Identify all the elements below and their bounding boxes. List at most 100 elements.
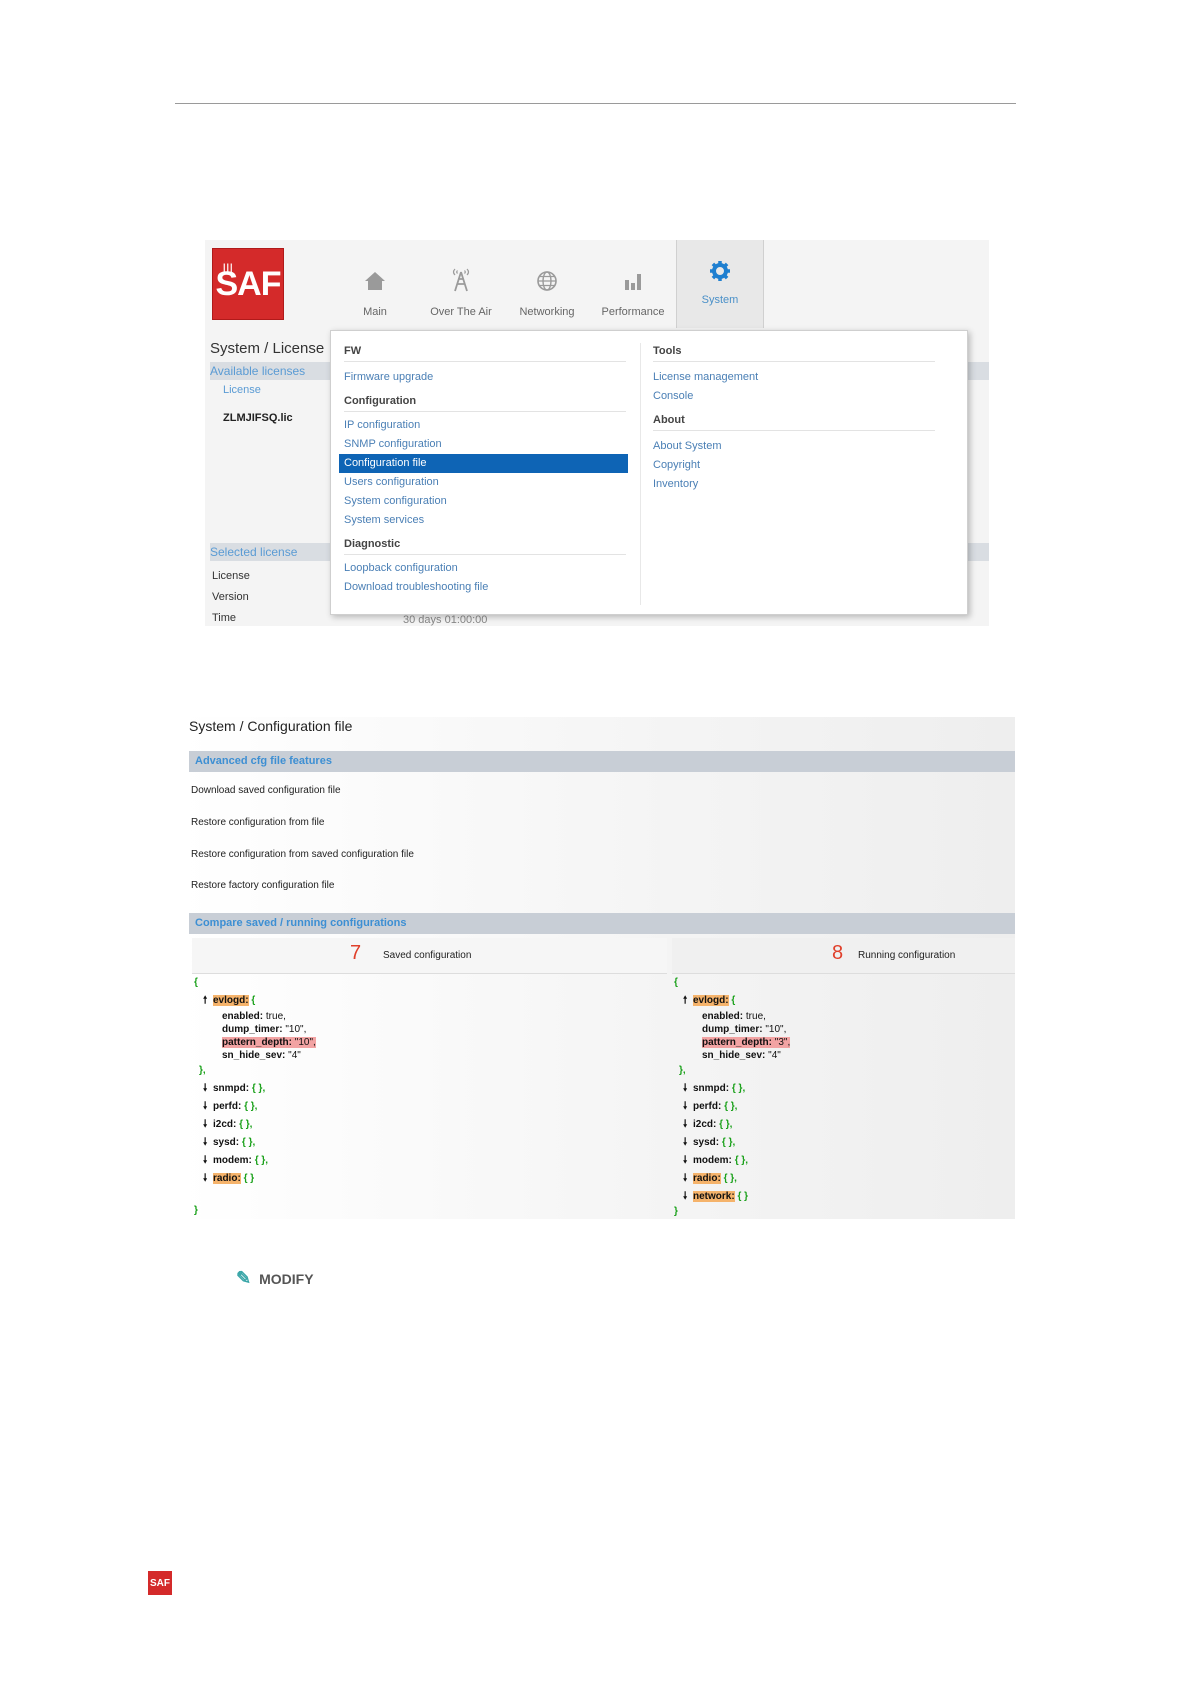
json-key-diff: pattern_depth: bbox=[702, 1037, 772, 1048]
panel-title: Running configuration bbox=[858, 950, 956, 961]
json-empty: { }, bbox=[251, 1083, 266, 1094]
json-empty: { }, bbox=[239, 1119, 253, 1130]
json-empty: { } bbox=[243, 1173, 255, 1184]
json-value: "4" bbox=[768, 1050, 781, 1061]
arrow-up-icon[interactable]: 🠕 bbox=[203, 992, 213, 1010]
license-column-header: License bbox=[223, 384, 261, 396]
json-value: true, bbox=[745, 1011, 766, 1022]
json-key: snmpd: bbox=[693, 1083, 730, 1094]
arrow-down-icon[interactable]: 🠗 bbox=[683, 1098, 693, 1116]
menu-item-download-troubleshooting[interactable]: Download troubleshooting file bbox=[344, 578, 628, 597]
callout-number: 7 bbox=[350, 942, 362, 964]
json-key: enabled: bbox=[222, 1011, 264, 1022]
json-empty: { }, bbox=[719, 1119, 733, 1130]
restore-from-saved-action[interactable]: Restore configuration from saved configu… bbox=[191, 849, 414, 860]
json-value: "10", bbox=[285, 1024, 307, 1035]
nav-label: Over The Air bbox=[430, 306, 492, 318]
arrow-down-icon[interactable]: 🠗 bbox=[683, 1152, 693, 1170]
download-saved-config-action[interactable]: Download saved configuration file bbox=[191, 785, 341, 796]
nav-label: Networking bbox=[519, 306, 575, 318]
menu-header-about: About bbox=[653, 408, 935, 431]
json-close-brace: } bbox=[674, 1206, 678, 1217]
menu-item-system-configuration[interactable]: System configuration bbox=[344, 492, 628, 511]
json-key-diff: pattern_depth: bbox=[222, 1037, 292, 1048]
config-file-screenshot: System / Configuration file Advanced cfg… bbox=[180, 717, 1015, 1219]
menu-item-license-management[interactable]: License management bbox=[653, 368, 935, 387]
gear-icon bbox=[710, 261, 730, 281]
arrow-down-icon[interactable]: 🠗 bbox=[683, 1116, 693, 1134]
json-key: sysd: bbox=[693, 1137, 720, 1148]
arrow-down-icon[interactable]: 🠗 bbox=[203, 1170, 213, 1188]
json-close-brace: }, bbox=[679, 1065, 686, 1076]
row-version: Version bbox=[212, 591, 249, 603]
menu-header-fw: FW bbox=[344, 339, 626, 362]
row-time: Time bbox=[212, 612, 237, 624]
time-value: 30 days 01:00:00 bbox=[403, 614, 488, 626]
menu-header-diagnostic: Diagnostic bbox=[344, 532, 626, 555]
nav-performance[interactable]: Performance bbox=[590, 240, 676, 328]
json-key: perfd: bbox=[693, 1101, 722, 1112]
json-key: dump_timer: bbox=[702, 1024, 763, 1035]
json-key: dump_timer: bbox=[222, 1024, 283, 1035]
nav-main[interactable]: Main bbox=[332, 240, 418, 328]
restore-factory-action[interactable]: Restore factory configuration file bbox=[191, 880, 334, 891]
json-key: sn_hide_sev: bbox=[222, 1050, 286, 1061]
json-empty: { }, bbox=[723, 1173, 737, 1184]
system-dropdown-menu: FW Firmware upgrade Configuration IP con… bbox=[330, 330, 968, 615]
nav-label: Performance bbox=[601, 306, 665, 318]
json-empty: { }, bbox=[241, 1137, 256, 1148]
restore-from-file-action[interactable]: Restore configuration from file bbox=[191, 817, 324, 828]
section-title: Compare saved / running configurations bbox=[195, 917, 407, 929]
json-key-highlighted: network: bbox=[693, 1191, 735, 1202]
menu-item-ip-configuration[interactable]: IP configuration bbox=[344, 416, 628, 435]
menu-item-configuration-file[interactable]: Configuration file bbox=[339, 454, 628, 473]
globe-icon bbox=[537, 271, 557, 291]
menu-item-about-system[interactable]: About System bbox=[653, 437, 935, 456]
json-value-diff: "10", bbox=[294, 1037, 316, 1048]
compare-configs-bar: Compare saved / running configurations bbox=[189, 913, 1015, 934]
json-key: i2cd: bbox=[213, 1119, 237, 1130]
menu-item-users-configuration[interactable]: Users configuration bbox=[344, 473, 628, 492]
json-close-brace: } bbox=[194, 1205, 198, 1216]
running-config-header: 8 Running configuration bbox=[672, 938, 1015, 974]
menu-item-copyright[interactable]: Copyright bbox=[653, 456, 935, 475]
arrow-down-icon[interactable]: 🠗 bbox=[683, 1170, 693, 1188]
menu-header-configuration: Configuration bbox=[344, 389, 626, 412]
menu-item-system-services[interactable]: System services bbox=[344, 511, 628, 530]
arrow-down-icon[interactable]: 🠗 bbox=[203, 1098, 213, 1116]
menu-item-firmware-upgrade[interactable]: Firmware upgrade bbox=[344, 368, 628, 387]
json-key-highlighted: evlogd: bbox=[213, 995, 249, 1006]
home-icon bbox=[365, 272, 385, 290]
json-key: sysd: bbox=[213, 1137, 240, 1148]
menu-item-snmp-configuration[interactable]: SNMP configuration bbox=[344, 435, 628, 454]
menu-divider bbox=[640, 343, 641, 605]
running-config-json: { 🠕 evlogd: { enabled: true, dump_timer: … bbox=[674, 974, 791, 1218]
json-value: "10", bbox=[765, 1024, 787, 1035]
arrow-down-icon[interactable]: 🠗 bbox=[203, 1134, 213, 1152]
json-close-brace: }, bbox=[199, 1065, 206, 1076]
arrow-up-icon[interactable]: 🠕 bbox=[683, 992, 693, 1010]
menu-item-inventory[interactable]: Inventory bbox=[653, 475, 935, 494]
arrow-down-icon[interactable]: 🠗 bbox=[203, 1116, 213, 1134]
arrow-down-icon[interactable]: 🠗 bbox=[683, 1188, 693, 1206]
modify-button[interactable]: ✎ MODIFY bbox=[236, 1268, 314, 1289]
page-title: System / Configuration file bbox=[189, 718, 353, 734]
menu-item-loopback-configuration[interactable]: Loopback configuration bbox=[344, 559, 628, 578]
nav-over-the-air[interactable]: Over The Air bbox=[418, 240, 504, 328]
arrow-down-icon[interactable]: 🠗 bbox=[203, 1080, 213, 1098]
json-key: sn_hide_sev: bbox=[702, 1050, 766, 1061]
json-key-highlighted: evlogd: bbox=[693, 995, 729, 1006]
arrow-down-icon[interactable]: 🠗 bbox=[683, 1080, 693, 1098]
footer-saf-logo: SAF bbox=[148, 1571, 172, 1595]
license-file[interactable]: ZLMJIFSQ.lic bbox=[223, 412, 293, 424]
row-license: License bbox=[212, 570, 250, 582]
saved-config-panel: 7 Saved configuration { 🠕 evlogd: { enabl… bbox=[192, 938, 667, 1218]
nav-label: Main bbox=[363, 306, 387, 318]
nav-networking[interactable]: Networking bbox=[504, 240, 590, 328]
arrow-down-icon[interactable]: 🠗 bbox=[203, 1152, 213, 1170]
arrow-down-icon[interactable]: 🠗 bbox=[683, 1134, 693, 1152]
menu-item-console[interactable]: Console bbox=[653, 387, 935, 406]
json-open-brace: { bbox=[674, 977, 678, 988]
panel-title: Saved configuration bbox=[383, 950, 472, 961]
nav-system[interactable]: System bbox=[676, 240, 764, 328]
